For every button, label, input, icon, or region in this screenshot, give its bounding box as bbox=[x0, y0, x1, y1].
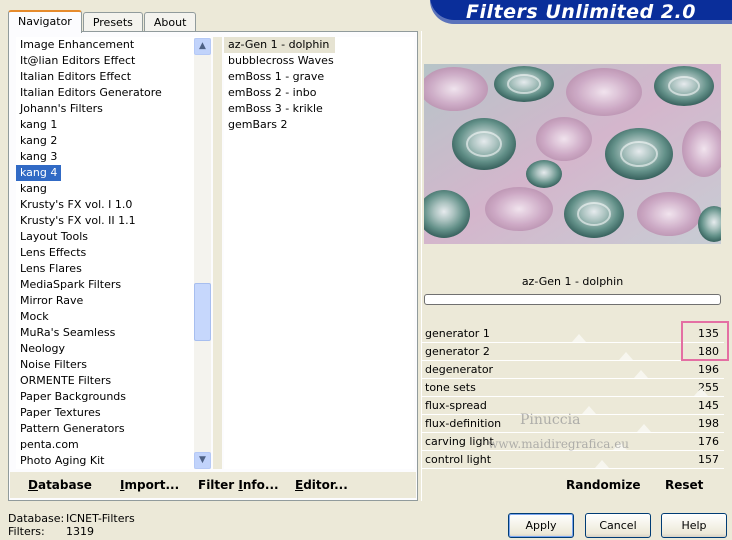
slider-label: control light bbox=[425, 453, 492, 466]
filters-count: 1319 bbox=[66, 525, 94, 538]
category-item[interactable]: Krusty's FX vol. II 1.1 bbox=[16, 213, 211, 229]
navigator-toolbar: Database Import... Filter Info... Editor… bbox=[10, 472, 416, 498]
apply-button[interactable]: Apply bbox=[508, 513, 574, 538]
tab-navigator[interactable]: Navigator bbox=[8, 10, 82, 33]
category-item[interactable]: penta.com bbox=[16, 437, 211, 453]
category-item[interactable]: kang 2 bbox=[16, 133, 211, 149]
filter-item[interactable]: emBoss 3 - krikle bbox=[224, 101, 414, 117]
database-value: ICNET-Filters bbox=[66, 512, 135, 525]
tab-presets[interactable]: Presets bbox=[82, 12, 143, 32]
category-item[interactable]: Mock bbox=[16, 309, 211, 325]
value-highlight-box bbox=[681, 321, 729, 361]
status-info: Database: ICNET-Filters Filters: 1319 bbox=[8, 512, 135, 538]
slider-thumb[interactable] bbox=[618, 352, 633, 360]
database-button[interactable]: Database bbox=[28, 478, 92, 492]
slider-label: flux-spread bbox=[425, 399, 487, 412]
tab-strip: Navigator Presets About bbox=[8, 10, 197, 33]
slider-row[interactable]: degenerator 196 bbox=[421, 361, 724, 379]
filter-info-button[interactable]: Filter Info... bbox=[198, 478, 279, 492]
slider-track[interactable] bbox=[421, 468, 724, 469]
slider-value: 145 bbox=[698, 399, 719, 412]
category-item[interactable]: Pattern Generators bbox=[16, 421, 211, 437]
slider-label: flux-definition bbox=[425, 417, 502, 430]
category-item[interactable]: It@lian Editors Effect bbox=[16, 53, 211, 69]
slider-thumb[interactable] bbox=[694, 388, 708, 396]
editor-button[interactable]: Editor... bbox=[295, 478, 348, 492]
slider-label: degenerator bbox=[425, 363, 494, 376]
slider-thumb[interactable] bbox=[634, 370, 649, 378]
preview-image bbox=[424, 64, 721, 244]
category-item[interactable]: Lens Flares bbox=[16, 261, 211, 277]
category-item[interactable]: kang 4 bbox=[16, 165, 62, 181]
category-item[interactable]: Image Enhancement bbox=[16, 37, 211, 53]
current-filter-name: az-Gen 1 - dolphin bbox=[521, 275, 624, 288]
randomize-button[interactable]: Randomize bbox=[566, 478, 640, 492]
category-item[interactable]: kang 1 bbox=[16, 117, 211, 133]
slider-label: generator 1 bbox=[425, 327, 490, 340]
tab-about[interactable]: About bbox=[143, 12, 197, 32]
reset-button[interactable]: Reset bbox=[665, 478, 703, 492]
filters-label: Filters: bbox=[8, 525, 45, 538]
filter-item[interactable]: emBoss 1 - grave bbox=[224, 69, 414, 85]
progress-bar bbox=[424, 294, 721, 305]
category-item[interactable]: Mirror Rave bbox=[16, 293, 211, 309]
slider-thumb[interactable] bbox=[582, 406, 597, 414]
category-item[interactable]: Lens Effects bbox=[16, 245, 211, 261]
category-item[interactable]: Neology bbox=[16, 341, 211, 357]
slider-label: carving light bbox=[425, 435, 494, 448]
category-item[interactable]: MediaSpark Filters bbox=[16, 277, 211, 293]
import-button[interactable]: Import... bbox=[120, 478, 179, 492]
filter-item[interactable]: emBoss 2 - inbo bbox=[224, 85, 414, 101]
filter-item[interactable]: gemBars 2 bbox=[224, 117, 414, 133]
category-item[interactable]: Johann's Filters bbox=[16, 101, 211, 117]
list-divider bbox=[213, 37, 222, 469]
slider-row[interactable]: control light 157 bbox=[421, 451, 724, 469]
category-item[interactable]: Noise Filters bbox=[16, 357, 211, 373]
slider-value: 196 bbox=[698, 363, 719, 376]
slider-value: 157 bbox=[698, 453, 719, 466]
scroll-thumb[interactable] bbox=[194, 283, 211, 341]
filter-item[interactable]: az-Gen 1 - dolphin bbox=[224, 37, 336, 53]
slider-thumb[interactable] bbox=[571, 334, 586, 342]
category-item[interactable]: ORMENTE Filters bbox=[16, 373, 211, 389]
watermark-url: www.maidiregrafica.eu bbox=[488, 437, 630, 451]
scroll-up-button[interactable]: ▲ bbox=[194, 38, 211, 55]
help-button[interactable]: Help bbox=[661, 513, 727, 538]
database-label: Database: bbox=[8, 512, 65, 525]
category-item[interactable]: Paper Textures bbox=[16, 405, 211, 421]
category-item[interactable]: Italian Editors Effect bbox=[16, 69, 211, 85]
scroll-down-button[interactable]: ▼ bbox=[194, 452, 211, 469]
slider-thumb[interactable] bbox=[595, 460, 610, 468]
slider-value: 198 bbox=[698, 417, 719, 430]
slider-row[interactable]: generator 1 135 bbox=[421, 325, 724, 343]
category-item[interactable]: kang bbox=[16, 181, 211, 197]
category-item[interactable]: Krusty's FX vol. I 1.0 bbox=[16, 197, 211, 213]
filter-item[interactable]: bubblecross Waves bbox=[224, 53, 414, 69]
category-item[interactable]: Paper Backgrounds bbox=[16, 389, 211, 405]
watermark-name: Pinuccia bbox=[520, 412, 581, 428]
category-scrollbar[interactable]: ▲ ▼ bbox=[194, 38, 211, 469]
slider-value: 176 bbox=[698, 435, 719, 448]
category-item[interactable]: Photo Aging Kit bbox=[16, 453, 211, 469]
filter-list[interactable]: az-Gen 1 - dolphin bubblecross Waves emBos… bbox=[224, 37, 414, 469]
category-item[interactable]: MuRa's Seamless bbox=[16, 325, 211, 341]
category-item[interactable]: Layout Tools bbox=[16, 229, 211, 245]
slider-row[interactable]: generator 2 180 bbox=[421, 343, 724, 361]
slider-label: generator 2 bbox=[425, 345, 490, 358]
slider-label: tone sets bbox=[425, 381, 476, 394]
category-list[interactable]: Image Enhancement It@lian Editors Effect I… bbox=[16, 37, 211, 469]
cancel-button[interactable]: Cancel bbox=[585, 513, 651, 538]
category-item[interactable]: kang 3 bbox=[16, 149, 211, 165]
slider-thumb[interactable] bbox=[636, 424, 651, 432]
category-item[interactable]: Italian Editors Generatore bbox=[16, 85, 211, 101]
slider-row[interactable]: tone sets 255 bbox=[421, 379, 724, 397]
banner-title: Filters Unlimited 2.0 bbox=[430, 0, 732, 24]
